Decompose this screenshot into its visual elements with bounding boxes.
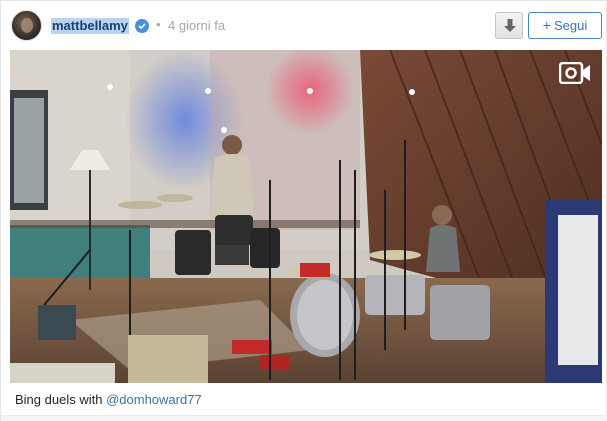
post-header: mattbellamy • 4 giorni fa + Segui (1, 1, 607, 51)
mention-link[interactable]: @domhoward77 (106, 392, 202, 407)
studio-photo (10, 50, 602, 383)
instagram-embed-card: mattbellamy • 4 giorni fa + Segui Bing d… (0, 0, 607, 421)
follow-button[interactable]: + Segui (528, 12, 602, 39)
username-link[interactable]: mattbellamy (51, 18, 129, 34)
download-button[interactable] (495, 12, 523, 39)
video-camera-icon[interactable] (559, 62, 591, 84)
card-footer (1, 415, 607, 421)
post-timestamp[interactable]: 4 giorni fa (168, 18, 225, 33)
post-video[interactable] (10, 50, 602, 383)
follow-label: Segui (553, 18, 588, 33)
download-arrow-icon (504, 19, 516, 32)
post-caption: Bing duels with @domhoward77 (15, 392, 202, 407)
plus-icon: + (542, 17, 551, 33)
avatar[interactable] (11, 10, 42, 41)
separator-dot: • (156, 17, 161, 32)
caption-text: Bing duels with (15, 392, 103, 407)
verified-badge-icon (135, 19, 149, 33)
